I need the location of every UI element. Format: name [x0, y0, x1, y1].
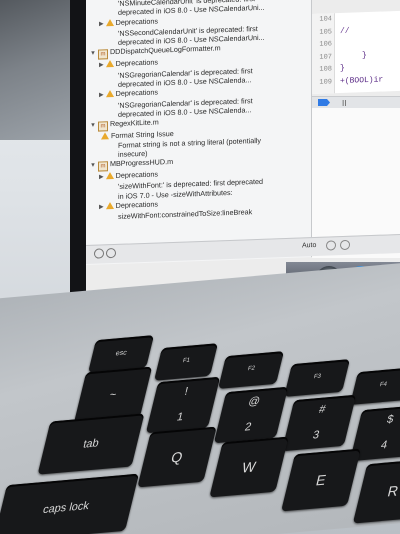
warning-icon — [105, 202, 114, 210]
laptop-screen: 'NSMinuteCalendarUnit' is deprecated: fi… — [86, 0, 400, 300]
info-icon[interactable] — [326, 240, 336, 251]
warning-icon — [105, 60, 114, 68]
key-label: caps lock — [41, 499, 91, 517]
code-editor[interactable]: 104 105 // 106 107} 108} 109 +(BOOL)ir — [312, 10, 400, 95]
issue-text: Deprecations — [115, 87, 158, 99]
key-label: ~ — [108, 388, 118, 402]
key-label: W — [240, 458, 258, 476]
issue-text: RegexKitLite.m — [109, 117, 159, 129]
key-label: # — [317, 403, 327, 417]
line-number: 107 — [319, 52, 332, 62]
code-line[interactable]: } — [340, 64, 345, 73]
disclosure-triangle-icon[interactable]: ▼ — [90, 50, 96, 60]
key-label: E — [314, 471, 328, 489]
recent-icon[interactable] — [106, 247, 116, 259]
key-label: F4 — [378, 381, 388, 389]
breakpoint-toggle-icon[interactable] — [318, 99, 330, 106]
key-label: tab — [81, 437, 101, 451]
disclosure-triangle-icon[interactable]: ▼ — [90, 162, 96, 172]
line-number: 104 — [319, 15, 332, 24]
key-label: ! — [183, 385, 190, 398]
warning-icon — [101, 132, 109, 140]
warning-icon — [105, 90, 114, 98]
issue-text: Deprecations — [115, 16, 158, 27]
line-number: 108 — [319, 65, 332, 74]
issue-text: Deprecations — [115, 169, 158, 181]
key-label: @ — [247, 395, 262, 409]
key-sublabel: 2 — [243, 420, 253, 434]
key-label: F1 — [181, 357, 191, 365]
photo-scene: 'NSMinuteCalendarUnit' is deprecated: fi… — [0, 0, 400, 534]
clear-icon[interactable] — [340, 239, 350, 251]
disclosure-triangle-icon[interactable]: ▶ — [99, 92, 104, 101]
disclosure-triangle-icon[interactable]: ▼ — [90, 122, 96, 132]
issue-text: Deprecations — [115, 57, 158, 69]
key-label: R — [385, 482, 400, 500]
key-label: F2 — [246, 365, 256, 373]
disclosure-triangle-icon[interactable]: ▶ — [99, 203, 104, 212]
code-line[interactable]: +(BOOL)ir — [340, 75, 383, 86]
disclosure-triangle-icon[interactable]: ▶ — [99, 20, 104, 29]
line-number: 106 — [319, 40, 332, 49]
source-file-icon: m — [97, 161, 108, 172]
key-tab[interactable]: tab — [37, 413, 145, 475]
disclosure-triangle-icon[interactable]: ▶ — [99, 62, 104, 71]
code-line[interactable]: // — [340, 26, 350, 35]
key-label: Q — [169, 448, 185, 466]
pause-icon[interactable]: II — [342, 99, 346, 108]
filter-icon[interactable] — [94, 248, 104, 259]
key-sublabel: 3 — [311, 428, 321, 442]
issue-text: MBProgressHUD.m — [109, 157, 174, 169]
key-label: esc — [114, 349, 128, 358]
line-number: 109 — [319, 77, 332, 87]
issue-navigator: 'NSMinuteCalendarUnit' is deprecated: fi… — [86, 0, 312, 265]
key-sublabel: 1 — [175, 410, 185, 424]
key-label: $ — [385, 413, 395, 427]
key-label: F3 — [312, 373, 322, 381]
source-file-icon: m — [97, 121, 108, 132]
issue-text: Deprecations — [115, 199, 158, 211]
issue-list: 'NSMinuteCalendarUnit' is deprecated: fi… — [86, 0, 311, 223]
line-number: 105 — [319, 27, 332, 37]
warning-icon — [105, 18, 114, 26]
scope-label[interactable]: Auto — [302, 242, 316, 250]
code-line[interactable]: } — [362, 51, 367, 60]
disclosure-triangle-icon[interactable]: ▶ — [99, 174, 104, 183]
warning-icon — [105, 172, 114, 180]
source-file-icon: m — [97, 49, 108, 61]
